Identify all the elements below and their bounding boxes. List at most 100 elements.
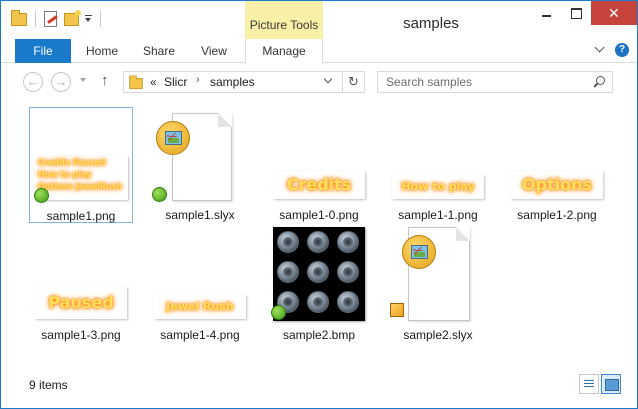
close-icon: ✕ <box>608 5 620 21</box>
caption-buttons: ✕ <box>531 1 637 25</box>
file-name: sample1-1.png <box>398 208 478 222</box>
folder-icon[interactable] <box>11 10 27 27</box>
breadcrumb-overflow[interactable]: « <box>150 75 157 89</box>
file-item-sample1-3-png[interactable]: Paused sample1-3.png <box>29 227 133 343</box>
gem-icon <box>337 291 359 313</box>
file-thumbnail: Options <box>505 107 609 201</box>
picture-tools-label: Picture Tools <box>249 18 319 32</box>
recent-locations-dropdown-icon[interactable] <box>79 76 89 86</box>
search-input[interactable] <box>378 72 588 92</box>
file-item-sample1-0-png[interactable]: Credits sample1-0.png <box>267 107 371 223</box>
title-bar: Picture Tools samples ✕ <box>1 1 637 39</box>
file-item-sample1-4-png[interactable]: Jewel Rush sample1-4.png <box>148 227 252 343</box>
file-item-sample1-2-png[interactable]: Options sample1-2.png <box>505 107 609 223</box>
thumb-text: Paused <box>48 293 114 312</box>
sync-status-green-icon <box>271 305 286 320</box>
address-history-chevron-icon[interactable] <box>324 78 334 88</box>
file-thumbnail <box>267 227 371 321</box>
gem-icon <box>277 261 299 283</box>
thumb-text: Options <box>521 175 593 194</box>
png-thumbnail: Jewel Rush <box>154 295 246 319</box>
file-thumbnail: ✂ <box>386 227 490 321</box>
refresh-icon[interactable]: ↻ <box>342 72 364 92</box>
slicr-app-icon: ✂ <box>156 121 190 155</box>
bmp-thumbnail <box>273 227 365 321</box>
forward-button[interactable]: → <box>51 72 71 92</box>
gem-icon <box>307 291 329 313</box>
minimize-button[interactable] <box>531 1 561 25</box>
file-name: sample1-2.png <box>517 208 597 222</box>
file-thumbnail: Credits <box>267 107 371 201</box>
item-count: 9 items <box>29 378 68 392</box>
tab-view[interactable]: View <box>193 39 235 63</box>
file-item-sample2-bmp[interactable]: sample2.bmp <box>267 227 371 343</box>
png-thumbnail: Credits <box>273 171 365 199</box>
page-fold <box>218 113 232 127</box>
sync-status-green-icon <box>34 188 49 203</box>
gem-icon <box>277 231 299 253</box>
quick-access-toolbar <box>11 10 105 27</box>
tab-home[interactable]: Home <box>79 39 125 63</box>
qat-divider <box>100 11 101 27</box>
navigation-bar: ← → ↑ « Slicr › samples ↻ <box>1 64 637 102</box>
png-thumbnail: How to play <box>392 175 484 199</box>
status-bar: 9 items <box>1 368 637 408</box>
help-icon[interactable]: ? <box>615 43 629 57</box>
file-item-sample1-png[interactable]: Credits Paused How to play Options Jewel… <box>29 107 133 223</box>
properties-icon[interactable] <box>44 11 60 27</box>
ribbon-controls: ? <box>595 43 629 57</box>
window-title: samples <box>403 15 459 32</box>
thumb-text: Credits Paused <box>38 158 106 167</box>
file-thumbnail: Paused <box>29 227 133 321</box>
search-icon[interactable] <box>594 76 605 87</box>
slicr-app-icon: ✂ <box>402 235 436 269</box>
breadcrumb-slicr[interactable]: Slicr <box>164 75 187 89</box>
png-thumbnail: Paused <box>35 287 127 319</box>
tab-file[interactable]: File <box>15 39 71 63</box>
up-button[interactable]: ↑ <box>101 72 109 90</box>
breadcrumb-separator[interactable]: › <box>196 74 200 86</box>
file-thumbnail: Credits Paused How to play Options Jewel… <box>30 108 132 203</box>
close-button[interactable]: ✕ <box>591 1 637 25</box>
png-thumbnail: Options <box>511 171 603 199</box>
file-item-sample2-slyx[interactable]: ✂ sample2.slyx <box>386 227 490 343</box>
breadcrumb-samples[interactable]: samples <box>210 75 255 89</box>
file-name: sample1.png <box>46 209 116 223</box>
address-bar[interactable]: « Slicr › samples ↻ <box>123 71 365 93</box>
folder-icon <box>129 75 143 90</box>
maximize-button[interactable] <box>561 1 591 25</box>
customize-dropdown-icon[interactable] <box>84 11 92 27</box>
back-button[interactable]: ← <box>23 72 43 92</box>
file-thumbnail: Jewel Rush <box>148 227 252 321</box>
file-name: sample1-3.png <box>41 328 121 342</box>
ribbon-tabs: File Home Share View Manage ? <box>1 39 637 64</box>
sync-status-orange-icon <box>390 303 404 317</box>
file-item-sample1-slyx[interactable]: ✂ sample1.slyx <box>148 107 252 223</box>
thumb-text: How to play <box>38 170 92 179</box>
sync-status-green-icon <box>152 187 167 202</box>
expand-ribbon-chevron-icon[interactable] <box>595 45 605 55</box>
gem-icon <box>337 231 359 253</box>
large-icons-icon[interactable] <box>601 374 621 394</box>
tab-manage[interactable]: Manage <box>245 39 323 64</box>
thumb-text: How to play <box>401 180 475 193</box>
gem-icon <box>307 231 329 253</box>
thumb-text: Options JewelRush <box>38 182 123 191</box>
explorer-window: Picture Tools samples ✕ File Home Share … <box>0 0 638 409</box>
file-item-sample1-1-png[interactable]: How to play sample1-1.png <box>386 107 490 223</box>
details-view-icon[interactable] <box>579 374 599 394</box>
file-name: sample2.bmp <box>282 328 356 342</box>
file-name: sample1-0.png <box>279 208 359 222</box>
tab-share[interactable]: Share <box>135 39 183 63</box>
file-list: Credits Paused How to play Options Jewel… <box>1 102 637 368</box>
thumb-text: Jewel Rush <box>166 300 234 313</box>
page-fold <box>456 227 470 241</box>
file-name: sample1.slyx <box>165 208 235 222</box>
search-box <box>377 71 613 93</box>
new-folder-icon[interactable] <box>64 10 81 27</box>
gem-icon <box>307 261 329 283</box>
gem-icon <box>337 261 359 283</box>
file-thumbnail: How to play <box>386 107 490 201</box>
picture-tools-context-tab: Picture Tools <box>245 1 323 39</box>
file-thumbnail: ✂ <box>148 107 252 202</box>
